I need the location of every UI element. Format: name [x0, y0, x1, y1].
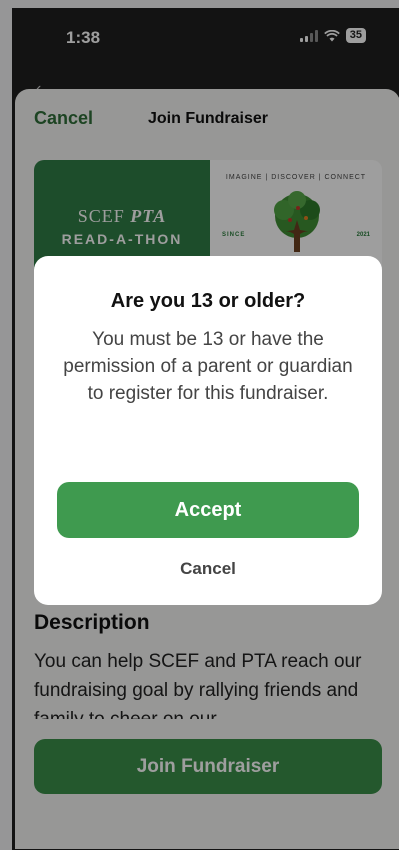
dialog-body: You must be 13 or have the permission of… — [63, 329, 353, 404]
age-confirmation-dialog: Are you 13 or older? You must be 13 or h… — [34, 256, 382, 605]
accept-button[interactable]: Accept — [57, 482, 359, 538]
dialog-title: Are you 13 or older? — [110, 290, 306, 312]
dialog-cancel-button[interactable]: Cancel — [34, 559, 382, 579]
